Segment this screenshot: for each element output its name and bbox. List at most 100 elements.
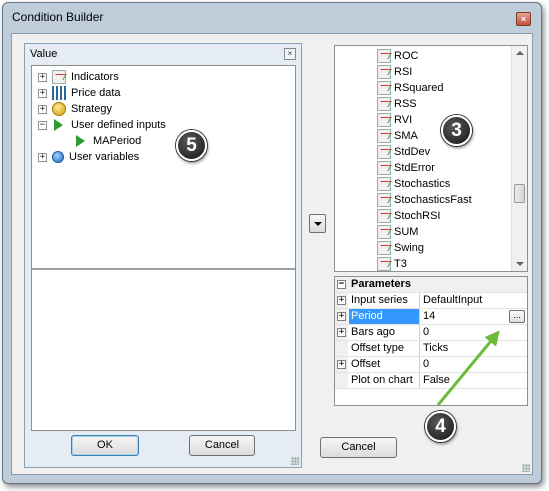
value-panel: Value × + Indicators + Price data + Stra… xyxy=(24,43,302,468)
parameters-grid: − Parameters + Input series DefaultInput… xyxy=(334,276,528,406)
param-row-plot-on-chart[interactable]: Plot on chart False xyxy=(335,373,527,389)
list-item-label: RSquared xyxy=(394,82,444,94)
list-item-label: StochRSI xyxy=(394,210,441,222)
indicator-list[interactable]: ROC RSI RSquared RSS RVI SMA StdDev StdE… xyxy=(334,45,528,272)
indicator-icon xyxy=(377,113,391,127)
value-cancel-button[interactable]: Cancel xyxy=(189,435,255,456)
play-icon xyxy=(76,135,85,147)
list-scrollbar[interactable] xyxy=(511,46,527,271)
play-icon xyxy=(54,119,63,131)
ok-button[interactable]: OK xyxy=(71,435,139,456)
list-item-label: RSS xyxy=(394,98,417,110)
list-item[interactable]: StochRSI xyxy=(377,208,440,224)
tree-item-label: Strategy xyxy=(71,103,112,115)
tree-item-user-variables[interactable]: + User variables xyxy=(38,149,139,165)
indicator-icon xyxy=(377,225,391,239)
value-panel-close-button[interactable]: × xyxy=(284,48,296,60)
list-item[interactable]: StdError xyxy=(377,160,435,176)
expand-icon[interactable]: + xyxy=(337,360,346,369)
list-item[interactable]: RSI xyxy=(377,64,412,80)
value-tree-container: + Indicators + Price data + Strategy − U… xyxy=(31,65,296,431)
list-item[interactable]: RSS xyxy=(377,96,417,112)
title-bar[interactable]: Condition Builder × xyxy=(3,3,541,31)
tree-item-maperiod[interactable]: MAPeriod xyxy=(74,133,141,149)
globe-icon xyxy=(52,151,64,163)
window-close-button[interactable]: × xyxy=(516,12,531,26)
indicator-icon xyxy=(377,97,391,111)
expand-icon[interactable]: + xyxy=(38,72,47,82)
list-item[interactable]: SUM xyxy=(377,224,418,240)
resize-grip-icon[interactable] xyxy=(521,463,531,473)
tree-item-label: Indicators xyxy=(71,71,119,83)
list-item[interactable]: SMA xyxy=(377,128,418,144)
list-item-label: StochasticsFast xyxy=(394,194,472,206)
collapse-icon[interactable]: − xyxy=(38,120,47,130)
indicator-icon xyxy=(377,81,391,95)
list-item[interactable]: Stochastics xyxy=(377,176,450,192)
indicator-icon xyxy=(377,241,391,255)
collapse-icon[interactable]: − xyxy=(337,280,346,289)
param-name: Input series xyxy=(349,293,420,308)
dropdown-arrow-button[interactable] xyxy=(309,214,326,233)
param-value[interactable]: Ticks xyxy=(421,341,527,356)
splitter[interactable] xyxy=(32,268,295,270)
strategy-icon xyxy=(52,102,66,116)
row-gutter xyxy=(335,373,348,388)
callout-badge-4: 4 xyxy=(425,411,456,442)
expand-icon[interactable]: + xyxy=(38,104,47,114)
scroll-thumb[interactable] xyxy=(514,184,525,203)
param-value[interactable]: 0 xyxy=(421,325,527,340)
resize-grip-icon[interactable] xyxy=(290,456,300,466)
list-item[interactable]: StochasticsFast xyxy=(377,192,472,208)
list-item[interactable]: RVI xyxy=(377,112,412,128)
expand-icon[interactable]: + xyxy=(337,296,346,305)
cancel-button[interactable]: Cancel xyxy=(320,437,397,458)
expand-icon[interactable]: + xyxy=(337,328,346,337)
tree-item-indicators[interactable]: + Indicators xyxy=(38,69,119,85)
param-value[interactable]: DefaultInput xyxy=(421,293,527,308)
list-item-label: RVI xyxy=(394,114,413,126)
list-item[interactable]: RSquared xyxy=(377,80,444,96)
param-value[interactable]: False xyxy=(421,373,527,388)
callout-badge-3: 3 xyxy=(441,115,472,146)
list-item[interactable]: StdDev xyxy=(377,144,430,160)
list-item[interactable]: Swing xyxy=(377,240,424,256)
list-item-label: StdError xyxy=(394,162,435,174)
param-row-period[interactable]: + Period 14 ... xyxy=(335,309,527,325)
indicator-icon xyxy=(377,209,391,223)
list-item-label: StdDev xyxy=(394,146,431,158)
tree-item-price-data[interactable]: + Price data xyxy=(38,85,121,101)
indicator-icon xyxy=(52,70,66,84)
param-name: Bars ago xyxy=(349,325,420,340)
indicator-icon xyxy=(377,257,391,271)
tree-item-strategy[interactable]: + Strategy xyxy=(38,101,112,117)
list-item[interactable]: T3 xyxy=(377,256,407,271)
param-name: Offset xyxy=(349,357,420,372)
scroll-down-icon[interactable] xyxy=(516,262,524,266)
tree-item-label: User variables xyxy=(69,151,140,163)
list-item-label: ROC xyxy=(394,50,419,62)
parameters-category[interactable]: − Parameters xyxy=(335,277,527,293)
expand-icon[interactable]: + xyxy=(337,312,346,321)
ellipsis-button[interactable]: ... xyxy=(509,310,525,323)
tree-item-label: Price data xyxy=(71,87,121,99)
list-item-label: T3 xyxy=(394,258,407,270)
expand-icon[interactable]: + xyxy=(38,88,47,98)
indicator-icon xyxy=(377,177,391,191)
param-row-input-series[interactable]: + Input series DefaultInput xyxy=(335,293,527,309)
value-tree: + Indicators + Price data + Strategy − U… xyxy=(32,66,295,268)
indicator-icon xyxy=(377,129,391,143)
param-row-offset-type[interactable]: Offset type Ticks xyxy=(335,341,527,357)
scroll-up-icon[interactable] xyxy=(516,51,524,55)
row-gutter xyxy=(335,341,348,356)
param-name: Plot on chart xyxy=(349,373,420,388)
param-value[interactable]: 0 xyxy=(421,357,527,372)
param-row-offset[interactable]: + Offset 0 xyxy=(335,357,527,373)
tree-item-user-defined-inputs[interactable]: − User defined inputs xyxy=(38,117,166,133)
list-item-label: SMA xyxy=(394,130,418,142)
param-row-bars-ago[interactable]: + Bars ago 0 xyxy=(335,325,527,341)
list-item[interactable]: ROC xyxy=(377,48,418,64)
callout-badge-5: 5 xyxy=(176,130,207,161)
list-item-label: Swing xyxy=(394,242,424,254)
expand-icon[interactable]: + xyxy=(38,152,47,162)
